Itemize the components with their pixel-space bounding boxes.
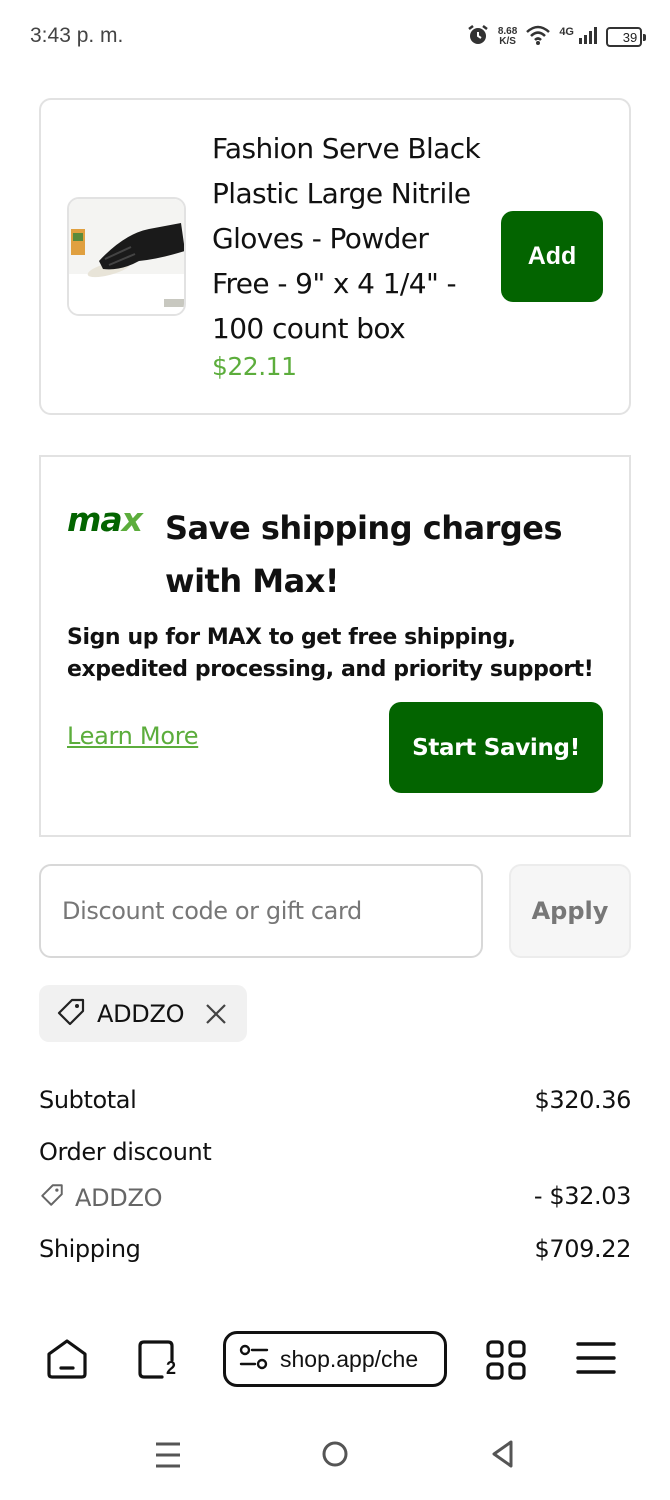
tag-icon [55, 996, 87, 1032]
shipping-label: Shipping [39, 1235, 141, 1263]
tabs-icon[interactable]: 2 [136, 1338, 180, 1380]
tag-icon [39, 1182, 65, 1214]
home-button-icon[interactable] [320, 1439, 350, 1469]
apps-grid-icon[interactable] [484, 1338, 528, 1382]
signal-icon [578, 25, 598, 49]
discount-code-input[interactable] [39, 864, 483, 958]
product-image [67, 197, 186, 316]
subtotal-label: Subtotal [39, 1086, 137, 1114]
back-icon[interactable] [488, 1439, 518, 1469]
status-icons: 8.68 K/S 4G 39 [466, 22, 646, 52]
discount-value: - $32.03 [533, 1182, 631, 1210]
applied-code-label: ADDZO [97, 999, 185, 1028]
applied-discount-chip: ADDZO [39, 985, 247, 1042]
shipping-value: $709.22 [534, 1235, 632, 1263]
system-navigation [0, 1415, 670, 1500]
promo-body: Sign up for MAX to get free shipping, ex… [67, 625, 594, 682]
speed-indicator: 8.68 K/S [497, 26, 518, 47]
learn-more-link[interactable]: Learn More [67, 722, 199, 750]
discount-code-label: ADDZO [75, 1184, 163, 1212]
status-time: 3:43 p. m. [30, 24, 124, 47]
add-button[interactable]: Add [501, 211, 603, 302]
battery-icon: 39 [606, 27, 646, 47]
max-logo: max [67, 500, 143, 539]
product-price: $22.11 [212, 352, 297, 381]
subtotal-value: $320.36 [534, 1086, 632, 1114]
menu-icon[interactable] [574, 1338, 618, 1378]
tab-count: 2 [166, 1358, 177, 1378]
start-saving-button[interactable]: Start Saving! [389, 702, 603, 793]
apply-button[interactable]: Apply [509, 864, 631, 958]
recent-apps-icon[interactable] [153, 1440, 183, 1470]
discount-code-row: ADDZO [39, 1182, 163, 1214]
remove-code-icon[interactable] [202, 1000, 230, 1028]
alarm-icon [466, 23, 490, 51]
promo-title: Save shipping charges with Max! [165, 509, 563, 600]
site-settings-icon[interactable] [238, 1342, 270, 1376]
order-discount-label: Order discount [39, 1138, 212, 1166]
address-bar[interactable]: shop.app/che [223, 1331, 447, 1387]
wifi-icon [525, 24, 551, 50]
url-text[interactable]: shop.app/che [280, 1346, 418, 1373]
home-icon[interactable] [45, 1338, 89, 1380]
product-title[interactable]: Fashion Serve Black Plastic Large Nitril… [212, 126, 492, 351]
network-type: 4G [559, 26, 574, 38]
